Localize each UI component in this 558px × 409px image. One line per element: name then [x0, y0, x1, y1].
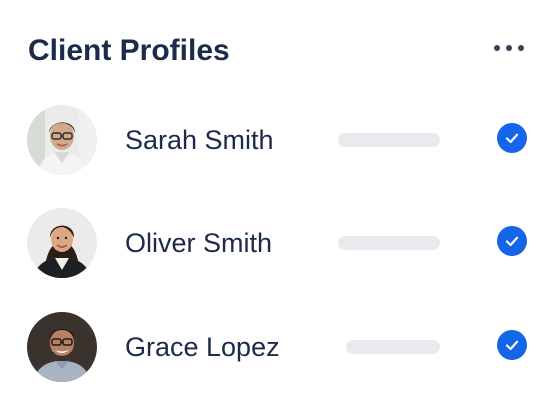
client-row[interactable]: Sarah Smith: [0, 102, 558, 178]
check-circle-icon[interactable]: [497, 330, 527, 360]
avatar-photo-icon: [27, 105, 97, 175]
checkmark-icon: [505, 340, 519, 351]
avatar-photo-icon: [27, 208, 97, 278]
check-circle-icon[interactable]: [497, 226, 527, 256]
avatar-photo-icon: [27, 312, 97, 382]
menu-dot: [506, 45, 512, 51]
more-options-icon[interactable]: [494, 42, 524, 54]
client-row[interactable]: Grace Lopez: [0, 309, 558, 385]
client-row[interactable]: Oliver Smith: [0, 205, 558, 281]
client-profiles-card: Client Profiles Sarah Smith Oliver Smith…: [0, 0, 558, 409]
checkmark-icon: [505, 236, 519, 247]
client-name: Oliver Smith: [125, 228, 273, 258]
avatar: [27, 105, 97, 175]
avatar: [27, 208, 97, 278]
placeholder-bar: [338, 133, 440, 147]
placeholder-bar: [346, 340, 440, 354]
menu-dot: [518, 45, 524, 51]
avatar: [27, 312, 97, 382]
checkmark-icon: [505, 133, 519, 144]
card-title: Client Profiles: [28, 34, 230, 67]
client-name: Grace Lopez: [125, 332, 280, 362]
menu-dot: [494, 45, 500, 51]
client-name: Sarah Smith: [125, 125, 274, 155]
check-circle-icon[interactable]: [497, 123, 527, 153]
placeholder-bar: [338, 236, 440, 250]
